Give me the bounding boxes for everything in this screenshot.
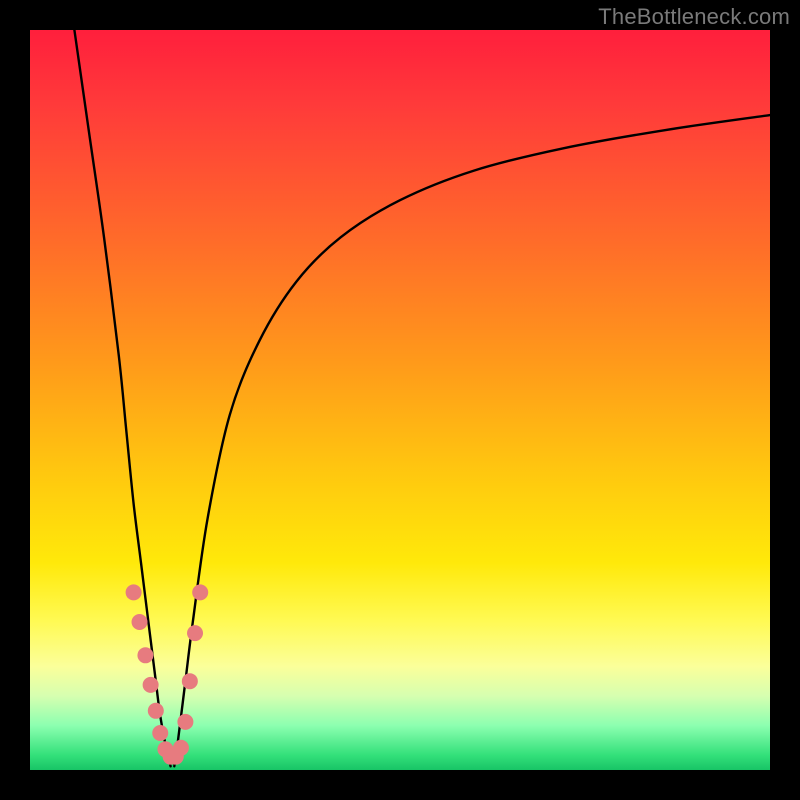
curve-marker — [126, 584, 142, 600]
curve-left-branch — [74, 30, 170, 766]
curve-markers — [126, 584, 209, 764]
curve-right-branch — [174, 115, 770, 766]
chart-frame: TheBottleneck.com — [0, 0, 800, 800]
curve-marker — [148, 703, 164, 719]
curve-marker — [173, 740, 189, 756]
curve-marker — [152, 725, 168, 741]
curve-marker — [137, 647, 153, 663]
watermark-text: TheBottleneck.com — [598, 4, 790, 30]
chart-svg — [30, 30, 770, 770]
curve-marker — [143, 677, 159, 693]
curve-marker — [132, 614, 148, 630]
curve-marker — [182, 673, 198, 689]
chart-plot-area — [30, 30, 770, 770]
curve-marker — [187, 625, 203, 641]
curve-marker — [177, 714, 193, 730]
curve-marker — [192, 584, 208, 600]
